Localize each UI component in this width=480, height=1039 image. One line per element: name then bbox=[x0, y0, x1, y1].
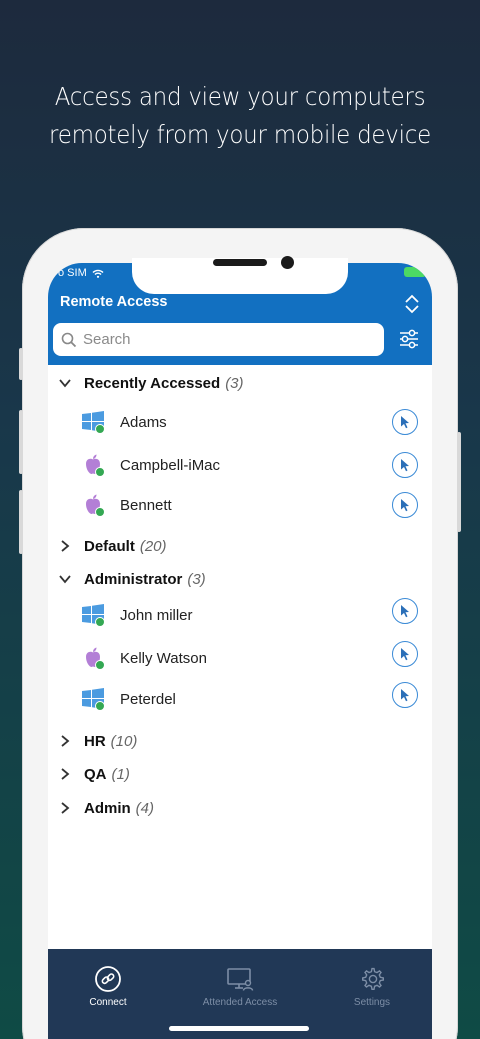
marketing-headline: Access and view your computers remotely … bbox=[19, 78, 461, 154]
chevron-down-icon bbox=[59, 575, 71, 584]
carrier-label: o SIM bbox=[58, 267, 87, 279]
computer-name: Kelly Watson bbox=[120, 650, 207, 667]
app-title: Remote Access bbox=[60, 294, 168, 310]
phone-volume-up bbox=[19, 410, 23, 474]
connect-button[interactable] bbox=[392, 492, 418, 518]
tab-label: Connect bbox=[89, 997, 127, 1008]
online-status-dot bbox=[95, 467, 105, 477]
computer-row-campbell-imac[interactable]: Campbell-iMac bbox=[48, 447, 432, 483]
headline-line-1: Access and view your computers bbox=[54, 82, 426, 111]
tab-label: Settings bbox=[353, 997, 391, 1008]
group-count: (20) bbox=[139, 537, 167, 555]
cursor-icon bbox=[401, 416, 409, 429]
online-status-dot bbox=[95, 507, 105, 517]
connect-button[interactable] bbox=[392, 682, 418, 708]
group-name: Admin bbox=[84, 799, 131, 817]
group-name: Recently Accessed bbox=[84, 374, 221, 392]
search-bar[interactable] bbox=[53, 323, 384, 356]
chevron-right-icon bbox=[61, 735, 70, 747]
group-count: (4) bbox=[135, 799, 155, 817]
home-indicator[interactable] bbox=[169, 1026, 309, 1031]
computer-name: Bennett bbox=[120, 497, 172, 514]
group-name: HR bbox=[84, 732, 106, 750]
online-status-dot bbox=[95, 660, 105, 670]
group-count: (10) bbox=[110, 732, 138, 750]
link-icon bbox=[95, 966, 121, 992]
chevron-right-icon bbox=[61, 540, 70, 552]
computer-name: John miller bbox=[120, 607, 193, 624]
phone-mute-switch bbox=[19, 348, 23, 380]
connect-button[interactable] bbox=[392, 641, 418, 667]
status-bar-left: o SIM bbox=[58, 267, 104, 279]
computer-row-kelly-watson[interactable]: Kelly Watson bbox=[48, 640, 432, 676]
group-header-recently-accessed[interactable]: Recently Accessed (3) bbox=[48, 368, 432, 398]
group-header-qa[interactable]: QA (1) bbox=[48, 759, 432, 789]
cursor-icon bbox=[401, 605, 409, 618]
online-status-dot bbox=[95, 617, 105, 627]
computer-name: Peterdel bbox=[120, 691, 176, 708]
tab-connect[interactable]: Connect bbox=[48, 965, 168, 1008]
tab-settings[interactable]: Settings bbox=[312, 965, 432, 1008]
cursor-icon bbox=[401, 648, 409, 661]
connect-button[interactable] bbox=[392, 598, 418, 624]
chevron-right-icon bbox=[61, 802, 70, 814]
computer-row-adams[interactable]: Adams bbox=[48, 404, 432, 440]
group-header-admin[interactable]: Admin (4) bbox=[48, 793, 432, 823]
group-count: (3) bbox=[225, 374, 244, 392]
computer-name: Adams bbox=[120, 414, 167, 431]
headline-line-2: remotely from your mobile device bbox=[49, 120, 431, 149]
cursor-icon bbox=[401, 689, 409, 702]
group-header-administrator[interactable]: Administrator (3) bbox=[48, 564, 432, 594]
phone-power-button bbox=[457, 432, 461, 532]
online-status-dot bbox=[95, 701, 105, 711]
search-input[interactable] bbox=[83, 331, 373, 348]
cursor-icon bbox=[401, 459, 409, 472]
app-screen: o SIM Remote Access Search Recently Acce… bbox=[48, 263, 432, 1039]
bottom-tab-bar: Connect Attended Access Settings bbox=[48, 949, 432, 1039]
group-header-hr[interactable]: HR (10) bbox=[48, 726, 432, 756]
phone-camera bbox=[281, 256, 294, 269]
computer-name: Campbell-iMac bbox=[120, 457, 221, 474]
gear-icon bbox=[362, 967, 384, 991]
chevron-right-icon bbox=[61, 768, 70, 780]
computer-row-peterdel[interactable]: Peterdel bbox=[48, 681, 432, 717]
connect-button[interactable] bbox=[392, 452, 418, 478]
group-header-default[interactable]: Default (20) bbox=[48, 531, 432, 561]
search-icon bbox=[61, 332, 77, 347]
group-count: (1) bbox=[111, 765, 130, 783]
tab-label: Attended Access bbox=[202, 997, 278, 1008]
connect-button[interactable] bbox=[392, 409, 418, 435]
monitor-user-icon bbox=[227, 968, 254, 991]
online-status-dot bbox=[95, 424, 105, 434]
computer-row-john-miller[interactable]: John miller bbox=[48, 597, 432, 633]
filter-sliders-icon[interactable] bbox=[398, 328, 420, 350]
group-name: QA bbox=[84, 765, 107, 783]
group-name: Default bbox=[84, 537, 135, 555]
tab-attended-access[interactable]: Attended Access bbox=[180, 965, 300, 1008]
group-count: (3) bbox=[187, 570, 206, 588]
wifi-icon bbox=[92, 269, 104, 278]
battery-icon bbox=[404, 267, 426, 277]
phone-volume-down bbox=[19, 490, 23, 554]
cursor-icon bbox=[401, 499, 409, 512]
phone-speaker bbox=[213, 259, 267, 266]
group-name: Administrator bbox=[84, 570, 183, 588]
sort-toggle-icon[interactable] bbox=[404, 293, 420, 315]
chevron-down-icon bbox=[59, 379, 71, 388]
computer-row-bennett[interactable]: Bennett bbox=[48, 487, 432, 523]
